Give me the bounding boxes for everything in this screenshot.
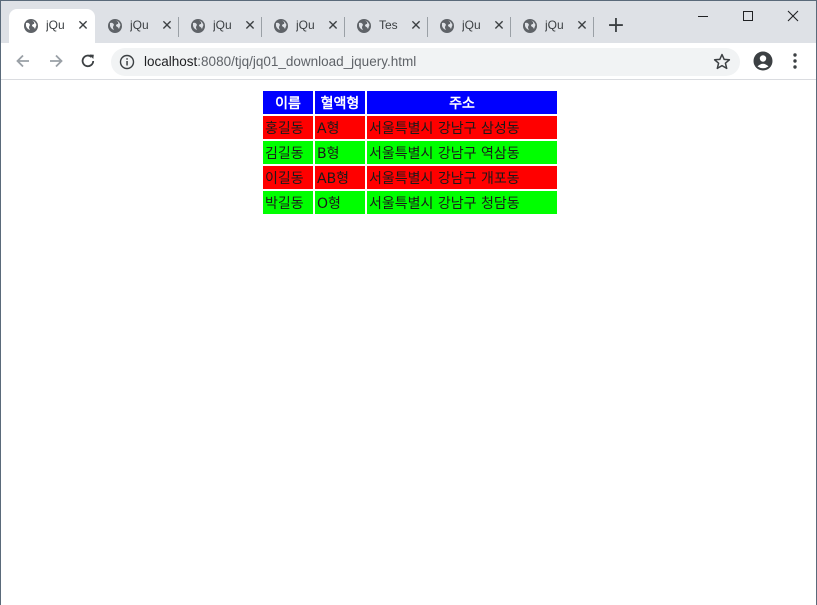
tab-2[interactable]: jQu ✕ (93, 9, 179, 43)
cell-address: 서울특별시 강남구 개포동 (367, 166, 557, 189)
header-blood-type: 혈액형 (315, 91, 365, 114)
minimize-icon (698, 16, 708, 17)
browser-toolbar: localhost:8080/tjq/jq01_download_jquery.… (1, 43, 816, 80)
tab-5[interactable]: Tes ✕ (342, 9, 428, 43)
globe-icon (357, 19, 371, 33)
close-window-button[interactable] (770, 1, 816, 31)
cell-name: 이길동 (263, 166, 313, 189)
close-icon[interactable]: ✕ (159, 18, 175, 34)
star-icon[interactable] (712, 52, 732, 72)
cell-name: 김길동 (263, 141, 313, 164)
arrow-left-icon (16, 54, 29, 68)
globe-icon (274, 19, 288, 33)
cell-blood-type: A형 (315, 116, 365, 139)
cell-name: 박길동 (263, 191, 313, 214)
page-content: 이름 혈액형 주소 홍길동 A형 서울특별시 강남구 삼성동 김길동 B형 서울… (1, 81, 816, 605)
cell-address: 서울특별시 강남구 역삼동 (367, 141, 557, 164)
info-icon[interactable] (119, 54, 135, 70)
header-name: 이름 (263, 91, 313, 114)
close-icon (787, 10, 799, 22)
minimize-button[interactable] (680, 1, 726, 31)
forward-button[interactable] (44, 49, 68, 73)
url-path: :8080/tjq/jq01_download_jquery.html (197, 54, 417, 69)
close-icon[interactable]: ✕ (574, 18, 590, 34)
tab-3[interactable]: jQu ✕ (176, 9, 262, 43)
table-row: 홍길동 A형 서울특별시 강남구 삼성동 (263, 116, 557, 139)
table-header-row: 이름 혈액형 주소 (263, 91, 557, 114)
tab-1[interactable]: jQu ✕ (9, 9, 95, 43)
reload-button[interactable] (76, 49, 100, 73)
cell-blood-type: AB형 (315, 166, 365, 189)
globe-icon (191, 19, 205, 33)
globe-icon (440, 19, 454, 33)
profile-icon[interactable] (753, 51, 773, 71)
url-host: localhost (144, 54, 198, 69)
tab-7[interactable]: jQu ✕ (508, 9, 594, 43)
new-tab-button[interactable]: + (604, 15, 628, 39)
close-icon[interactable]: ✕ (242, 18, 258, 34)
kebab-menu-icon[interactable] (787, 51, 803, 71)
cell-address: 서울특별시 강남구 삼성동 (367, 116, 557, 139)
tab-strip: jQu ✕ jQu ✕ jQu ✕ jQu ✕ Tes ✕ jQu ✕ jQu … (1, 1, 816, 43)
cell-blood-type: B형 (315, 141, 365, 164)
maximize-icon (743, 11, 753, 21)
header-address: 주소 (367, 91, 557, 114)
cell-address: 서울특별시 강남구 청담동 (367, 191, 557, 214)
globe-icon (108, 19, 122, 33)
tab-4[interactable]: jQu ✕ (259, 9, 345, 43)
close-icon[interactable]: ✕ (408, 18, 424, 34)
close-icon[interactable]: ✕ (325, 18, 341, 34)
tab-title: jQu (46, 18, 65, 32)
tab-title: jQu (130, 18, 149, 32)
blood-type-table: 이름 혈액형 주소 홍길동 A형 서울특별시 강남구 삼성동 김길동 B형 서울… (261, 89, 559, 216)
address-bar[interactable]: localhost:8080/tjq/jq01_download_jquery.… (111, 48, 740, 76)
tab-separator (593, 17, 594, 37)
globe-icon (523, 19, 537, 33)
cell-name: 홍길동 (263, 116, 313, 139)
reload-icon (81, 54, 95, 68)
close-icon[interactable]: ✕ (75, 18, 91, 34)
tab-6[interactable]: jQu ✕ (425, 9, 511, 43)
table-row: 이길동 AB형 서울특별시 강남구 개포동 (263, 166, 557, 189)
tab-title: jQu (213, 18, 232, 32)
maximize-button[interactable] (725, 1, 771, 31)
tab-title: jQu (545, 18, 564, 32)
tab-title: jQu (462, 18, 481, 32)
arrow-right-icon (50, 54, 63, 68)
tab-title: jQu (296, 18, 315, 32)
table-row: 김길동 B형 서울특별시 강남구 역삼동 (263, 141, 557, 164)
browser-window: jQu ✕ jQu ✕ jQu ✕ jQu ✕ Tes ✕ jQu ✕ jQu … (0, 0, 817, 605)
tab-title: Tes (379, 18, 398, 32)
url-text[interactable]: localhost:8080/tjq/jq01_download_jquery.… (144, 54, 416, 69)
cell-blood-type: O형 (315, 191, 365, 214)
back-button[interactable] (11, 49, 35, 73)
globe-icon (24, 19, 38, 33)
table-row: 박길동 O형 서울특별시 강남구 청담동 (263, 191, 557, 214)
close-icon[interactable]: ✕ (491, 18, 507, 34)
